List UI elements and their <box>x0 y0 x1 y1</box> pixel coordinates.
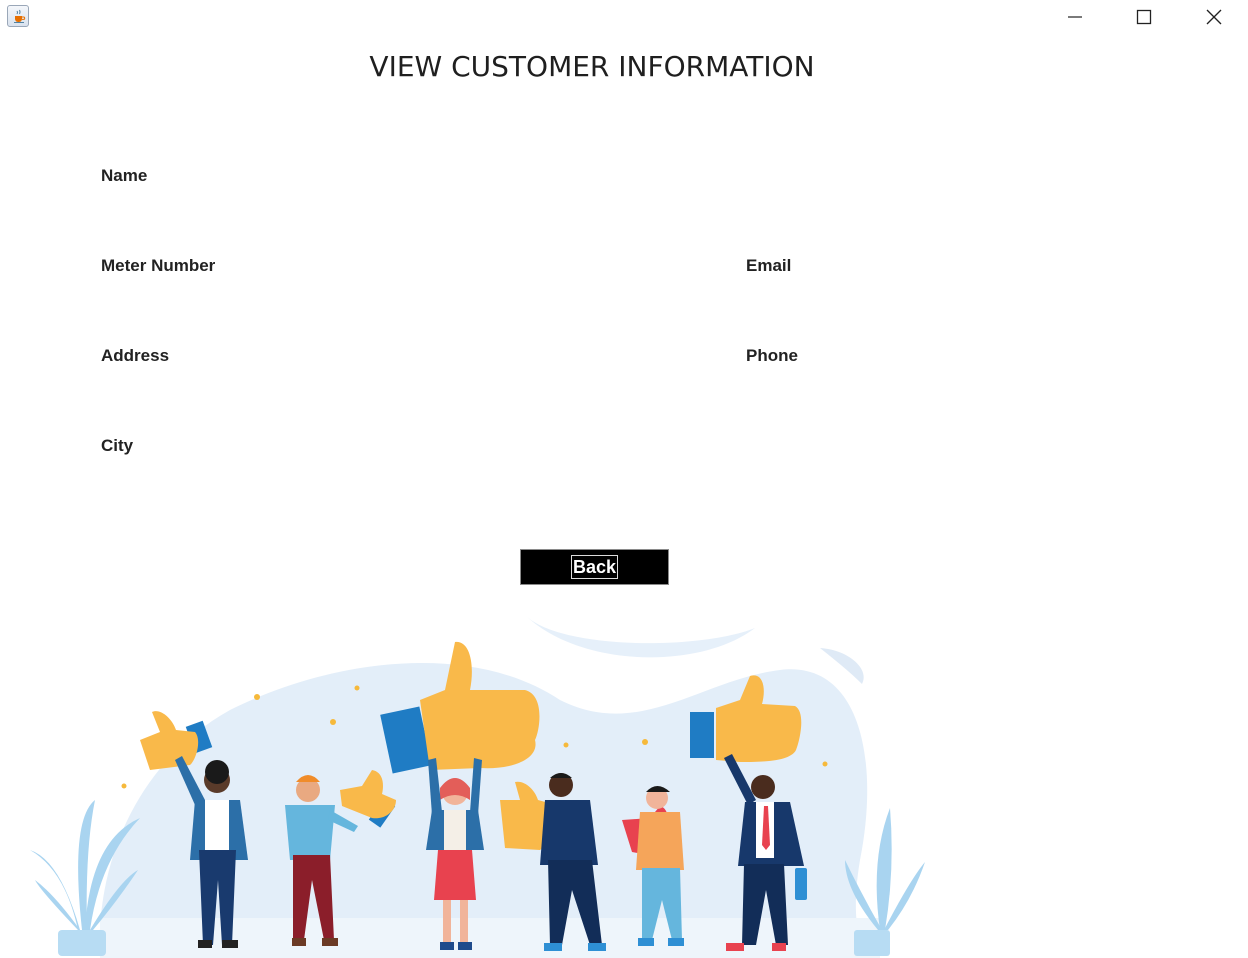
minimize-icon <box>1068 16 1082 18</box>
city-label: City <box>101 436 134 455</box>
minimize-button[interactable] <box>1052 0 1098 34</box>
address-label: Address <box>101 346 170 365</box>
back-button[interactable]: Back <box>520 549 669 585</box>
name-label: Name <box>101 166 148 185</box>
meter-number-label: Meter Number <box>101 256 216 275</box>
maximize-button[interactable] <box>1121 0 1167 34</box>
close-button[interactable] <box>1191 0 1237 34</box>
phone-label: Phone <box>746 346 798 365</box>
close-icon <box>1206 9 1222 25</box>
back-button-label: Back <box>570 555 619 579</box>
email-label: Email <box>746 256 792 275</box>
java-cup-icon <box>7 5 29 27</box>
customer-feedback-illustration <box>30 615 925 958</box>
window-title-bar <box>0 0 1248 34</box>
page-title: VIEW CUSTOMER INFORMATION <box>369 50 815 83</box>
maximize-icon <box>1136 9 1152 25</box>
